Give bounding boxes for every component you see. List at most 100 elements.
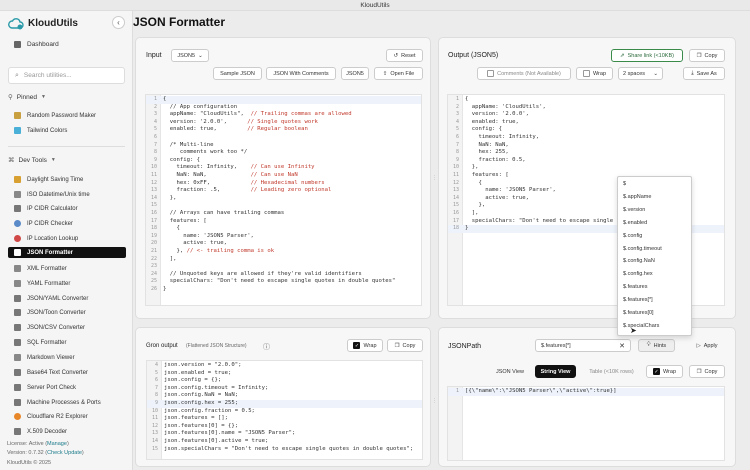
line-number: 14: [151, 438, 158, 444]
gron-editor[interactable]: 4 json.version = "2.0.0"; 5 json.enabled = …: [146, 360, 423, 460]
line-number: 8: [154, 392, 158, 399]
sidebar-item-ip-location-lookup[interactable]: IP Location Lookup: [8, 233, 126, 244]
sidebar-item-machine-processes[interactable]: Machine Processes & Ports: [8, 397, 126, 408]
sidebar-item-label: Base64 Text Converter: [27, 369, 88, 376]
jsonpath-wrap-toggle[interactable]: ✓ Wrap: [646, 365, 683, 378]
clear-icon[interactable]: ✕: [619, 342, 625, 350]
wrap-checkbox[interactable]: ✓: [652, 368, 660, 375]
comments-checkbox[interactable]: [487, 70, 495, 77]
resize-handle[interactable]: ⋮: [432, 175, 437, 181]
sample-json-button[interactable]: Sample JSON: [213, 67, 262, 80]
section-label: Dev Tools: [18, 156, 47, 164]
search-input[interactable]: ⌕ Search utilities...: [8, 67, 125, 84]
reset-button[interactable]: ↺ Reset: [386, 49, 423, 62]
sidebar-item-server-port-check[interactable]: Server Port Check: [8, 382, 126, 393]
code-line: 12 hex: 0xFF, // Hexadecimal numbers: [146, 180, 421, 188]
pinned-section-header[interactable]: ⚲ Pinned ▼: [8, 93, 46, 102]
hint-option[interactable]: $.features[0]: [623, 310, 654, 316]
hint-option[interactable]: $.config.NaN: [623, 258, 655, 264]
format-select[interactable]: JSON5 ⌄: [171, 49, 209, 62]
hint-option[interactable]: $.specialChars: [623, 323, 659, 329]
sidebar-item-json-formatter[interactable]: JSON Formatter: [8, 247, 126, 258]
app-logo[interactable]: KloudUtils: [8, 15, 78, 31]
line-number: 6: [455, 134, 459, 140]
code-line: 11 NaN: NaN, // Can use NaN: [146, 172, 421, 180]
hint-option[interactable]: $.config.timeout: [623, 246, 662, 252]
info-icon[interactable]: ⓘ: [263, 342, 270, 352]
jsonpath-result-editor[interactable]: 1 [{\"name\":\"JSON5 Parser\",\"active\":…: [447, 386, 725, 461]
line-code: json.features[0] = {};: [164, 422, 239, 429]
line-number: 2: [153, 103, 157, 110]
hint-option[interactable]: $: [623, 181, 626, 187]
play-icon: ▷: [696, 342, 701, 349]
hint-option[interactable]: $.version: [623, 207, 645, 213]
hint-option[interactable]: $.config.hex: [623, 271, 653, 277]
code-line: 21 }, // <- trailing comma is ok: [146, 248, 421, 256]
hint-option[interactable]: $.appName: [623, 194, 651, 200]
tab-string-view[interactable]: String View: [535, 365, 576, 378]
hint-option[interactable]: $.enabled: [623, 220, 647, 226]
collapse-sidebar-button[interactable]: ‹: [112, 16, 125, 29]
convert-icon: [14, 324, 21, 331]
sidebar-item-json-csv-converter[interactable]: JSON/CSV Converter: [8, 322, 126, 333]
tab-json-view[interactable]: JSON View: [490, 365, 530, 378]
sidebar-item-random-password-maker[interactable]: Random Password Maker: [8, 110, 126, 121]
copy-output-button[interactable]: ❐ Copy: [689, 49, 725, 62]
hint-option[interactable]: $.config: [623, 233, 642, 239]
sidebar-item-base64-text-converter[interactable]: Base64 Text Converter: [8, 367, 126, 378]
sidebar-item-iso-datetime[interactable]: ISO Datetime/Unix time: [8, 189, 126, 200]
wrap-toggle[interactable]: Wrap: [576, 67, 613, 80]
sidebar-item-json-yaml-converter[interactable]: JSON/YAML Converter: [8, 293, 126, 304]
sidebar-item-tailwind-colors[interactable]: Tailwind Colors: [8, 125, 126, 136]
share-link-button[interactable]: ⇗ Share link (<10KB): [611, 49, 683, 62]
line-code: active: true,: [465, 194, 529, 201]
line-number: 21: [150, 248, 157, 254]
json-with-comments-button[interactable]: JSON With Comments: [266, 67, 336, 80]
sidebar-item-xml-formatter[interactable]: XML Formatter: [8, 263, 126, 274]
button-label: Sample JSON: [220, 70, 255, 77]
apply-button[interactable]: ▷ Apply: [689, 339, 725, 352]
code-line: 3 version: '2.0.0',: [448, 111, 724, 119]
gron-wrap-toggle[interactable]: ✓ Wrap: [347, 339, 383, 352]
sidebar-item-ip-cidr-calculator[interactable]: IP CIDR Calculator: [8, 203, 126, 214]
code-line: 16 // Arrays can have trailing commas: [146, 210, 421, 218]
line-number: 1: [153, 96, 157, 102]
devtools-section-header[interactable]: ⌘ Dev Tools ▼: [8, 156, 56, 165]
sidebar-item-json-toon-converter[interactable]: JSON/Toon Converter: [8, 307, 126, 318]
wrap-checkbox[interactable]: ✓: [353, 342, 361, 349]
hint-option[interactable]: $.features[*]: [623, 297, 653, 303]
indent-select[interactable]: 2 spaces ⌄: [618, 67, 663, 80]
sidebar-item-x509-decoder[interactable]: X.509 Decoder: [8, 426, 126, 437]
sidebar-item-dashboard[interactable]: Dashboard: [8, 39, 126, 50]
sidebar-item-daylight-saving-time[interactable]: Daylight Saving Time: [8, 174, 126, 185]
check-update-link[interactable]: Check Update: [47, 450, 82, 456]
save-as-button[interactable]: ⤓ Save As: [683, 67, 725, 80]
copy-icon: ❐: [696, 52, 702, 59]
sidebar-item-label: Tailwind Colors: [27, 127, 68, 134]
resize-handle[interactable]: ⋮: [432, 398, 437, 404]
hints-button[interactable]: 💡︎ Hints: [638, 339, 675, 352]
sidebar-item-sql-formatter[interactable]: SQL Formatter: [8, 337, 126, 348]
sidebar-item-label: IP Location Lookup: [27, 235, 79, 242]
sidebar-item-cloudflare-r2-explorer[interactable]: Cloudflare R2 Explorer: [8, 411, 126, 422]
json5-sample-button[interactable]: JSON5: [341, 67, 369, 80]
sidebar-item-label: X.509 Decoder: [27, 428, 68, 435]
line-code: version: '2.0.0',: [465, 111, 529, 118]
manage-license-link[interactable]: Manage: [47, 441, 67, 447]
hint-option[interactable]: $.features: [623, 284, 647, 290]
tab-table[interactable]: Table (<10K rows): [584, 365, 639, 378]
sidebar-item-yaml-formatter[interactable]: YAML Formatter: [8, 278, 126, 289]
mouse-cursor-icon: ➤: [630, 326, 637, 335]
input-editor[interactable]: 1{2 // App configuration 3 appName: "Clou…: [145, 94, 422, 306]
sidebar-item-ip-cidr-checker[interactable]: IP CIDR Checker: [8, 218, 126, 229]
jsonpath-copy-button[interactable]: ❐ Copy: [689, 365, 725, 378]
jsonpath-query-input[interactable]: $.features[*] ✕: [535, 339, 631, 352]
wrap-checkbox[interactable]: [582, 70, 590, 77]
comments-toggle[interactable]: Comments (Not Available): [477, 67, 571, 80]
cpu-icon: [14, 399, 21, 406]
gron-copy-button[interactable]: ❐ Copy: [387, 339, 423, 352]
code-line: 14 json.features[0].active = true;: [147, 438, 422, 446]
line-code: hex: 0xFF, // Hexadecimal numbers: [163, 179, 325, 186]
sidebar-item-markdown-viewer[interactable]: Markdown Viewer: [8, 352, 126, 363]
open-file-button[interactable]: ⇪ Open File: [374, 67, 423, 80]
